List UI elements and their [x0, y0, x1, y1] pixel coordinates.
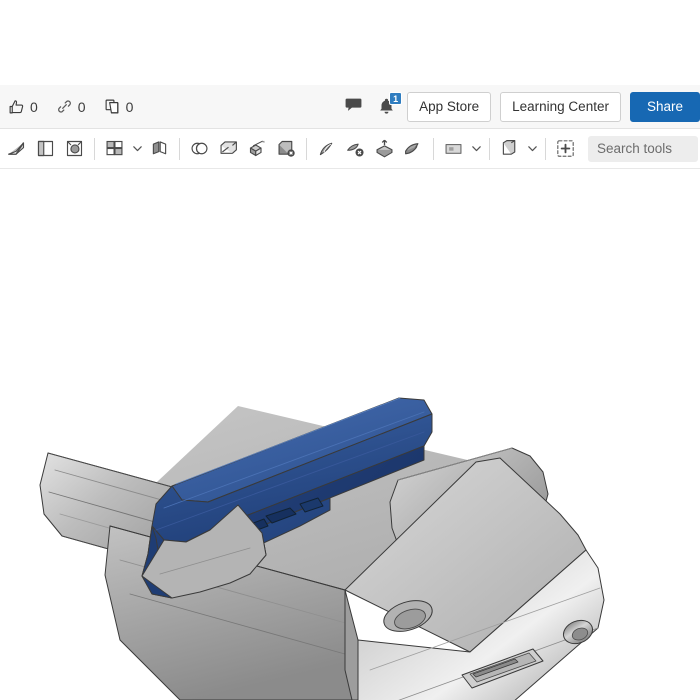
graphics-viewport[interactable]: [0, 170, 700, 700]
comment-bubble-icon: [344, 95, 363, 119]
document-header-actions: 1 App Store Learning Center Share: [341, 91, 700, 122]
replace-face-icon[interactable]: [370, 132, 399, 166]
split-icon[interactable]: [243, 132, 272, 166]
move-face-icon[interactable]: [312, 132, 341, 166]
link-counter[interactable]: 0: [56, 98, 86, 115]
toolbar-separator: [489, 137, 490, 160]
cad-model-sheet-metal-enclosure[interactable]: [0, 170, 700, 700]
plane-icon[interactable]: [439, 132, 468, 166]
toolbar-separator: [306, 137, 307, 160]
notification-bell-icon: 1: [374, 91, 403, 120]
mirror-icon[interactable]: [145, 132, 174, 166]
document-header-bar: 0 0 0 1 App Store Learning Center Share: [0, 85, 700, 129]
share-button[interactable]: Share: [629, 91, 700, 122]
toolbar-separator: [545, 137, 546, 160]
notification-bell-button[interactable]: 1: [374, 91, 403, 120]
onshape-window: 0 0 0 1 App Store Learning Center Share …: [0, 0, 700, 700]
link-count: 0: [77, 98, 86, 115]
toolbar-separator: [433, 137, 434, 160]
like-count: 0: [30, 98, 38, 115]
offset-surface-icon[interactable]: [399, 132, 428, 166]
sheet-metal-hem-icon[interactable]: [60, 132, 89, 166]
toolbar-separator: [94, 137, 95, 160]
copy-document-icon: [104, 98, 121, 115]
top-blank-area: [0, 0, 700, 85]
search-tools-placeholder: Search tools: [597, 141, 673, 156]
like-counter[interactable]: 0: [8, 98, 38, 115]
copy-count: 0: [125, 98, 134, 115]
link-icon: [56, 98, 73, 115]
notification-badge: 1: [389, 91, 403, 105]
delete-face-icon[interactable]: [341, 132, 370, 166]
document-counters: 0 0 0: [0, 98, 151, 115]
plane-chevron-down-icon[interactable]: [468, 132, 484, 166]
delete-part-icon[interactable]: [272, 132, 301, 166]
search-tools-input[interactable]: Search tools: [588, 135, 698, 162]
comment-bubble-button[interactable]: [341, 94, 365, 120]
sketch-plane-chevron-down-icon[interactable]: [524, 132, 540, 166]
app-store-button[interactable]: App Store: [407, 91, 492, 122]
linear-pattern-chevron-down-icon[interactable]: [129, 132, 145, 166]
linear-pattern-icon[interactable]: [100, 132, 129, 166]
learning-center-button[interactable]: Learning Center: [500, 91, 621, 122]
sketch-plane-icon[interactable]: [495, 132, 524, 166]
enclose-icon[interactable]: [214, 132, 243, 166]
copy-counter[interactable]: 0: [104, 98, 134, 115]
toolbar-separator: [179, 137, 180, 160]
thumbs-up-icon: [8, 98, 25, 115]
add-custom-feature-icon[interactable]: [551, 132, 580, 166]
feature-toolbar: Search tools: [0, 129, 700, 169]
sheet-metal-flange-icon[interactable]: [2, 132, 31, 166]
boolean-union-icon[interactable]: [185, 132, 214, 166]
sheet-metal-tab-icon[interactable]: [31, 132, 60, 166]
